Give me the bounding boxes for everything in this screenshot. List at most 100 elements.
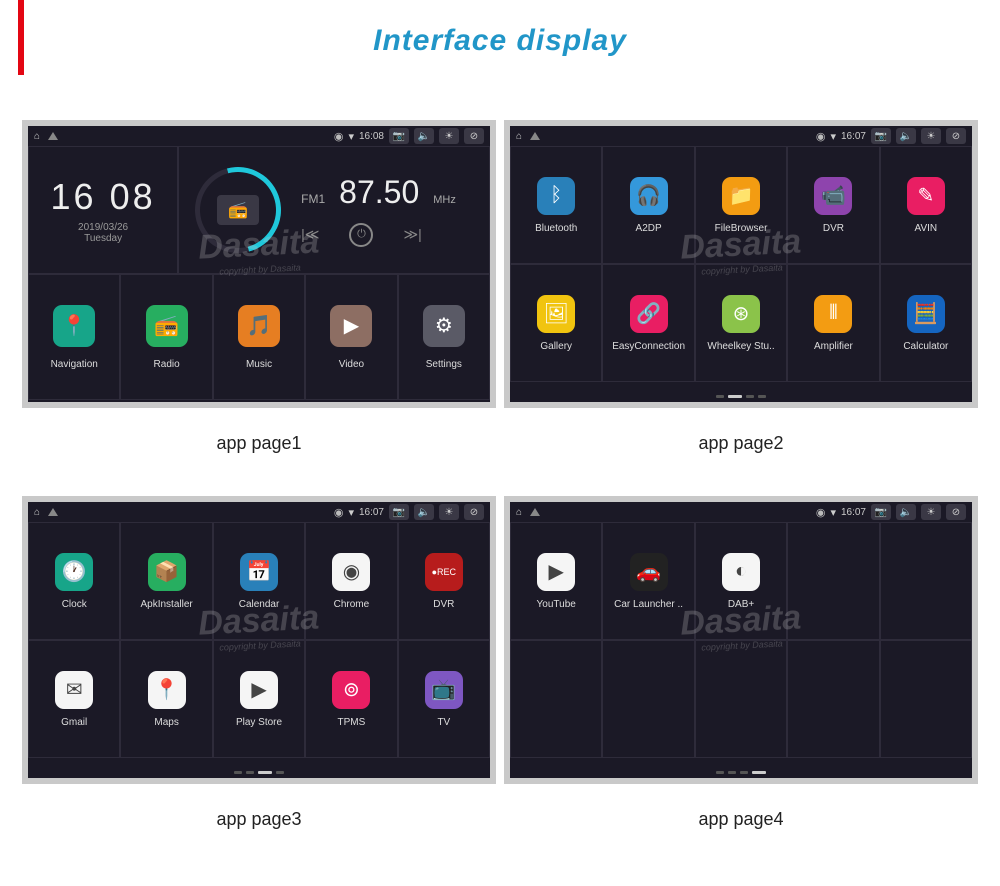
clock-widget[interactable]: 16 08 2019/03/26 Tuesday [28,146,178,274]
clock-time: 16 08 [51,176,156,218]
radio-unit: MHz [433,194,456,206]
app-label: Amplifier [814,341,853,352]
home-icon[interactable]: ⌂ [34,507,40,518]
back-icon[interactable] [530,508,540,516]
app-tile-car-launcher-[interactable]: 🚗Car Launcher .. [602,522,694,640]
screen-off-icon[interactable]: ⊘ [464,504,484,520]
app-tile-clock[interactable]: 🕐 Clock [28,522,120,640]
app-tile-tv[interactable]: 📺TV [398,640,490,758]
radio-icon: 📻 [217,195,259,225]
screenshot-grid: ⌂ ◉ ▾ 16:08 📷 🔈 ☀ ⊘ 16 08 2019/03/26 [0,80,1000,852]
app-tile-maps[interactable]: 📍Maps [120,640,212,758]
app-tile-easyconnection[interactable]: 🔗EasyConnection [602,264,694,382]
app-label: Settings [426,359,462,370]
volume-icon[interactable]: 🔈 [896,128,916,144]
app-tile-play-store[interactable]: ▶Play Store [213,640,305,758]
brightness-icon[interactable]: ☀ [921,128,941,144]
app-label: DVR [433,599,454,610]
app-tile-navigation[interactable]: 📍Navigation [28,274,120,400]
home-icon[interactable]: ⌂ [34,131,40,142]
app-label: FileBrowser [715,223,768,234]
empty-tile [695,640,787,758]
app-tile-calendar[interactable]: 📅Calendar [213,522,305,640]
radio-icon: 📻 [146,305,188,347]
app-tile-wheelkey-stu-[interactable]: ⊛Wheelkey Stu.. [695,264,787,382]
back-icon[interactable] [48,508,58,516]
empty-tile [880,640,972,758]
app-tile-dvr[interactable]: ●RECDVR [398,522,490,640]
app-tile-calculator[interactable]: 🧮Calculator [880,264,972,382]
status-time: 16:08 [359,131,384,142]
back-icon[interactable] [48,132,58,140]
app-label: DAB+ [728,599,754,610]
app-tile-youtube[interactable]: ▶YouTube [510,522,602,640]
volume-icon[interactable]: 🔈 [896,504,916,520]
app-label: Maps [154,717,178,728]
caption: app page2 [504,408,978,476]
page-indicator [716,395,766,398]
screen-page3: ⌂ ◉ ▾ 16:07 📷 🔈 ☀ ⊘ 🕐Clock📦ApkInstaller📅… [22,496,496,784]
app-tile-dvr[interactable]: 📹DVR [787,146,879,264]
caption: app page3 [22,784,496,852]
camera-icon[interactable]: 📷 [871,128,891,144]
app-label: Clock [62,599,87,610]
app-tile-music[interactable]: 🎵Music [213,274,305,400]
yt-icon: ▶ [537,553,575,591]
app-tile-filebrowser[interactable]: 📁 FileBrowser [695,146,787,264]
app-tile-radio[interactable]: 📻Radio [120,274,212,400]
back-icon[interactable] [530,132,540,140]
radio-band: FM1 [301,192,325,206]
app-tile-video[interactable]: ▶Video [305,274,397,400]
power-icon[interactable]: ⏻ [349,223,373,247]
app-label: TPMS [338,717,366,728]
camera-icon[interactable]: 📷 [389,128,409,144]
app-tile-settings[interactable]: ⚙Settings [398,274,490,400]
app-tile-amplifier[interactable]: ⫴Amplifier [787,264,879,382]
prev-icon[interactable]: |≪ [301,226,319,243]
clock-icon: 🕐 [55,553,93,591]
camera-icon[interactable]: 📷 [389,504,409,520]
brightness-icon[interactable]: ☀ [439,128,459,144]
screen-off-icon[interactable]: ⊘ [464,128,484,144]
app-tile-dab-[interactable]: ◐ DAB+ [695,522,787,640]
clock-date: 2019/03/26 [78,222,128,233]
cam-icon: 📹 [814,177,852,215]
app-tile-tpms[interactable]: ⊚TPMS [305,640,397,758]
status-time: 16:07 [841,131,866,142]
screen-off-icon[interactable]: ⊘ [946,128,966,144]
home-icon[interactable]: ⌂ [516,131,522,142]
next-icon[interactable]: ≫| [403,226,421,243]
screen-off-icon[interactable]: ⊘ [946,504,966,520]
app-tile-chrome[interactable]: ◉Chrome [305,522,397,640]
accent-bar [18,0,24,75]
app-label: Wheelkey Stu.. [707,341,774,352]
dab-icon: ◐ [722,553,760,591]
camera-icon[interactable]: 📷 [871,504,891,520]
radio-widget[interactable]: 📻 FM1 87.50 MHz |≪ ⏻ ≫| [178,146,490,274]
brightness-icon[interactable]: ☀ [921,504,941,520]
app-tile-a2dp[interactable]: 🎧A2DP [602,146,694,264]
volume-icon[interactable]: 🔈 [414,504,434,520]
gmail-icon: ✉ [55,671,93,709]
app-tile-avin[interactable]: ✎AVIN [880,146,972,264]
app-label: AVIN [915,223,938,234]
wifi-icon: ▾ [830,506,836,519]
app-tile-apkinstaller[interactable]: 📦ApkInstaller [120,522,212,640]
caption: app page1 [22,408,496,476]
screen-page2: ⌂ ◉ ▾ 16:07 📷 🔈 ☀ ⊘ ᛒBluetooth🎧A2DP📁File… [504,120,978,408]
app-tile-gmail[interactable]: ✉Gmail [28,640,120,758]
home-icon[interactable]: ⌂ [516,507,522,518]
app-label: Calendar [239,599,280,610]
app-label: Calculator [903,341,948,352]
caption: app page4 [504,784,978,852]
app-tile-bluetooth[interactable]: ᛒBluetooth [510,146,602,264]
radio-dial: 📻 [179,151,296,268]
wifi-icon: ▾ [348,506,354,519]
brightness-icon[interactable]: ☀ [439,504,459,520]
app-tile-gallery[interactable]: 🖼Gallery [510,264,602,382]
folder-icon: 📁 [722,177,760,215]
radio-freq: 87.50 [339,174,419,211]
volume-icon[interactable]: 🔈 [414,128,434,144]
clock-weekday: Tuesday [84,233,122,244]
app-label: ApkInstaller [140,599,192,610]
